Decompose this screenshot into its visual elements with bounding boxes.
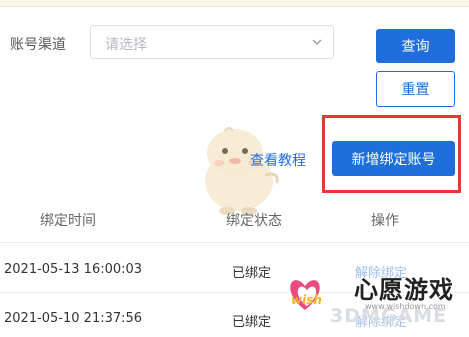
column-header-operation: 操作 [371,213,399,229]
column-header-bind-time: 绑定时间 [40,213,96,229]
account-channel-label: 账号渠道 [10,37,66,53]
cell-bind-status: 已绑定 [232,266,272,281]
cell-bind-time: 2021-05-10 21:37:56 [4,311,143,326]
view-tutorial-link[interactable]: 查看教程 [250,150,306,170]
top-notice-strip [0,0,469,7]
watermark-url: www.wishdown.com [365,302,446,311]
add-bound-account-button[interactable]: 新增绑定账号 [332,141,455,176]
table-divider [0,242,469,243]
column-header-bind-status: 绑定状态 [226,213,282,229]
watermark-logo-word: wish [291,293,322,307]
reset-button[interactable]: 重置 [376,71,455,107]
cell-bind-time: 2021-05-13 16:00:03 [4,262,143,277]
account-channel-select[interactable]: 请选择 [90,25,334,59]
select-placeholder: 请选择 [105,37,147,53]
cell-bind-status: 已绑定 [232,315,272,330]
chevron-down-icon [312,39,322,45]
query-button[interactable]: 查询 [376,29,455,63]
mascot-sticker [205,127,279,215]
watermark-title: 心愿游戏 [354,276,454,304]
